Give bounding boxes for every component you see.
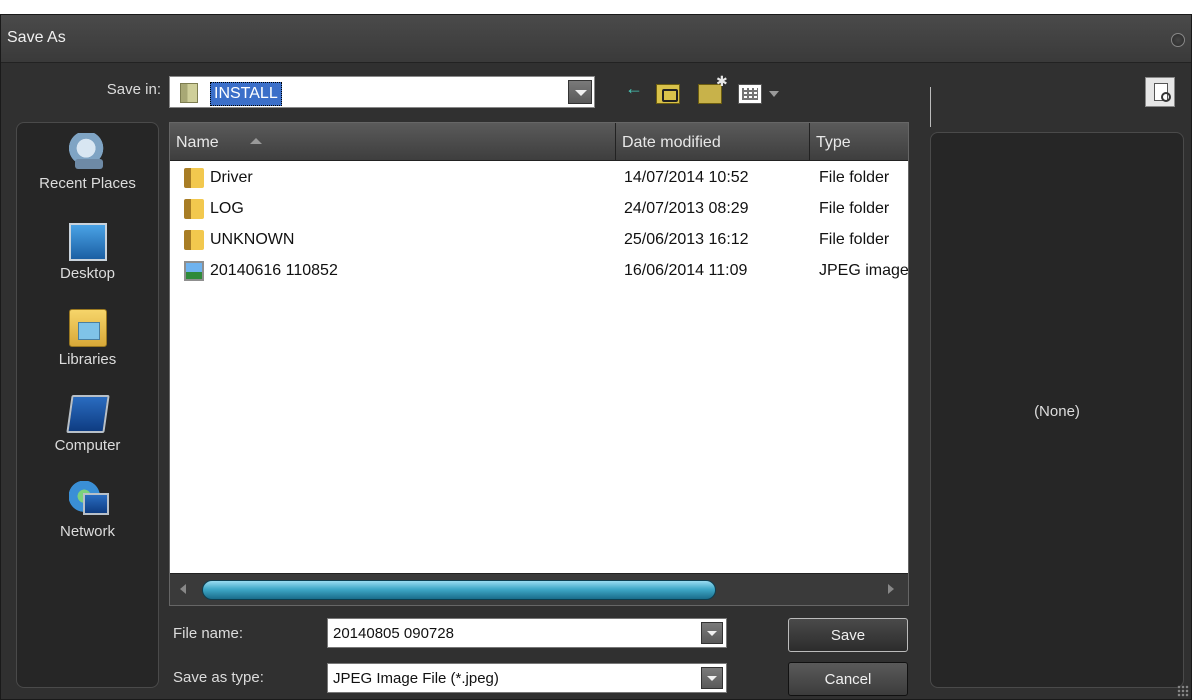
chevron-down-icon[interactable]	[701, 667, 723, 689]
place-label: Recent Places	[39, 175, 136, 192]
save-type-value: JPEG Image File (*.jpeg)	[333, 670, 499, 687]
save-in-combobox[interactable]: INSTALL	[169, 76, 595, 108]
libraries-icon	[68, 309, 107, 347]
file-name: LOG	[210, 200, 244, 217]
file-type: File folder	[819, 169, 890, 186]
sort-ascending-icon	[250, 138, 262, 144]
chevron-down-icon[interactable]	[568, 80, 592, 104]
up-folder-icon[interactable]	[656, 84, 680, 104]
title-bar[interactable]: Save As	[1, 15, 1191, 63]
scrollbar-thumb[interactable]	[202, 580, 716, 600]
place-network[interactable]: Network	[17, 481, 158, 540]
save-as-dialog: Save As Save in: INSTALL ← ✱ Recent Plac…	[0, 14, 1192, 700]
place-computer[interactable]: Computer	[17, 395, 158, 454]
list-item[interactable]: 20140616 110852 16/06/2014 11:09 JPEG im…	[170, 256, 909, 287]
computer-icon	[65, 395, 110, 433]
file-date: 24/07/2013 08:29	[624, 200, 749, 217]
column-header-type[interactable]: Type	[810, 123, 908, 161]
file-list[interactable]: Name Date modified Type Driver 14/07/201…	[169, 122, 909, 606]
scroll-right-icon[interactable]	[888, 584, 894, 594]
resize-grip-icon[interactable]	[1177, 685, 1189, 697]
column-label: Name	[176, 134, 219, 151]
place-recent-places[interactable]: Recent Places	[17, 133, 158, 192]
folder-icon	[184, 199, 204, 219]
file-name-value: 20140805 090728	[333, 625, 454, 642]
preview-text: (None)	[1034, 403, 1080, 420]
file-rows: Driver 14/07/2014 10:52 File folder LOG …	[170, 163, 909, 287]
sparkle-icon: ✱	[716, 73, 728, 89]
recent-places-icon	[68, 133, 107, 171]
jpeg-image-icon	[184, 261, 204, 281]
save-in-value: INSTALL	[210, 82, 282, 106]
horizontal-scrollbar[interactable]	[170, 573, 908, 605]
place-label: Network	[59, 523, 115, 540]
list-item[interactable]: UNKNOWN 25/06/2013 16:12 File folder	[170, 225, 908, 256]
column-header-date[interactable]: Date modified	[616, 123, 810, 161]
scroll-left-icon[interactable]	[180, 584, 186, 594]
window-title: Save As	[7, 29, 66, 46]
preview-pane: (None)	[930, 132, 1184, 688]
back-arrow-icon[interactable]: ←	[625, 78, 645, 102]
file-date: 16/06/2014 11:09	[624, 262, 748, 279]
place-label: Computer	[54, 437, 121, 454]
list-item[interactable]: LOG 24/07/2013 08:29 File folder	[170, 194, 908, 225]
close-icon[interactable]	[1171, 33, 1185, 47]
network-icon	[68, 481, 109, 519]
folder-icon	[184, 230, 204, 250]
place-desktop[interactable]: Desktop	[17, 223, 158, 282]
save-type-label: Save as type:	[173, 669, 264, 686]
chevron-down-icon[interactable]	[701, 622, 723, 644]
file-type: File folder	[819, 231, 890, 248]
place-label: Libraries	[58, 351, 117, 368]
file-name-label: File name:	[173, 625, 244, 642]
folder-icon	[184, 168, 204, 188]
file-type: File folder	[819, 200, 890, 217]
column-label: Date modified	[622, 134, 721, 151]
save-button[interactable]: Save	[788, 618, 908, 652]
place-libraries[interactable]: Libraries	[17, 309, 158, 368]
toolbar-divider	[930, 87, 931, 127]
file-date: 14/07/2014 10:52	[624, 169, 749, 186]
desktop-icon	[68, 223, 107, 261]
view-menu-icon[interactable]	[738, 84, 762, 104]
file-name: 20140616 110852	[210, 262, 338, 279]
file-type: JPEG image	[819, 262, 909, 279]
cancel-button[interactable]: Cancel	[788, 662, 908, 696]
save-in-label: Save in:	[106, 81, 161, 98]
places-bar: Recent Places Desktop Libraries Computer…	[16, 122, 159, 688]
file-list-header: Name Date modified Type	[170, 123, 908, 161]
preview-toggle-icon[interactable]	[1145, 77, 1175, 107]
file-name: Driver	[210, 169, 253, 186]
place-label: Desktop	[59, 265, 116, 282]
file-name: UNKNOWN	[210, 231, 295, 248]
file-name-field[interactable]: 20140805 090728	[327, 618, 727, 648]
column-label: Type	[816, 134, 851, 151]
file-date: 25/06/2013 16:12	[624, 231, 749, 248]
save-type-select[interactable]: JPEG Image File (*.jpeg)	[327, 663, 727, 693]
folder-icon	[180, 83, 198, 103]
chevron-down-icon[interactable]	[769, 91, 779, 97]
list-item[interactable]: Driver 14/07/2014 10:52 File folder	[170, 163, 908, 194]
column-header-name[interactable]: Name	[170, 123, 616, 161]
